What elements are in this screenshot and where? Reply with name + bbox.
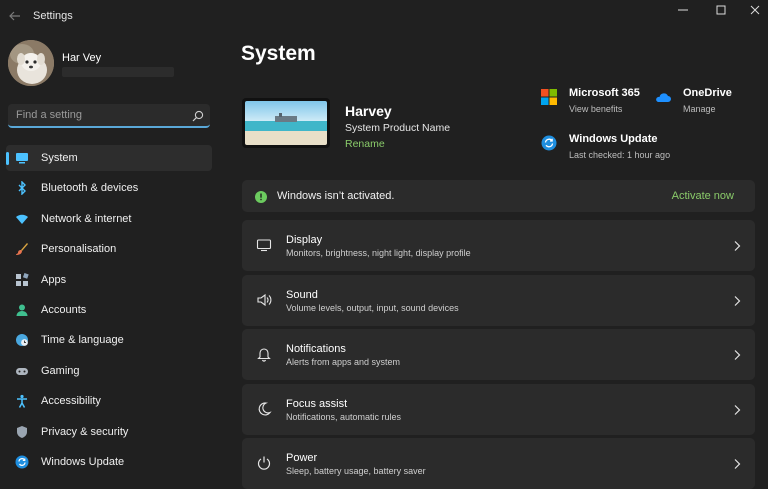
sidebar-item-bluetooth[interactable]: Bluetooth & devices [6, 175, 212, 201]
setting-subtitle: Notifications, automatic rules [286, 412, 402, 422]
setting-subtitle: Monitors, brightness, night light, displ… [286, 248, 471, 258]
sync-icon [15, 455, 29, 469]
onedrive-cloud-icon [655, 89, 671, 105]
title-bar: Settings [0, 0, 768, 32]
setting-title: Power [286, 452, 318, 464]
display-icon [256, 237, 272, 253]
quick-link-title: Windows Update [569, 133, 658, 145]
sidebar-item-time-language[interactable]: Time & language [6, 327, 212, 353]
sidebar-item-label: Privacy & security [41, 425, 129, 438]
chevron-right-icon [733, 348, 741, 360]
bluetooth-icon [15, 180, 29, 197]
setting-subtitle: Volume levels, output, input, sound devi… [286, 303, 459, 313]
apps-icon [15, 272, 29, 287]
sidebar-item-system[interactable]: System [6, 145, 212, 171]
setting-notifications[interactable]: Notifications Alerts from apps and syste… [242, 329, 755, 380]
monitor-icon [15, 151, 29, 165]
sidebar-item-label: Network & internet [41, 212, 132, 225]
search-box[interactable] [8, 104, 210, 128]
sidebar-item-network[interactable]: Network & internet [6, 206, 212, 232]
sidebar-item-label: Apps [41, 273, 67, 286]
search-icon[interactable] [192, 109, 204, 122]
sidebar-nav: System Bluetooth & devices Network & int… [6, 145, 212, 479]
active-indicator [6, 152, 9, 165]
wifi-icon [15, 212, 29, 226]
back-arrow-icon[interactable] [8, 9, 22, 23]
moon-icon [256, 401, 272, 417]
setting-power[interactable]: Power Sleep, battery usage, battery save… [242, 438, 755, 489]
shield-icon [15, 425, 29, 439]
sidebar-item-accessibility[interactable]: Accessibility [6, 388, 212, 414]
sidebar-item-personalisation[interactable]: Personalisation [6, 236, 212, 262]
maximize-icon[interactable] [704, 0, 738, 20]
sidebar-item-label: Accessibility [41, 395, 101, 408]
wallpaper-image [245, 101, 327, 145]
warning-info-icon [255, 190, 267, 203]
sidebar-item-windows-update[interactable]: Windows Update [6, 449, 212, 475]
microsoft-logo-icon [541, 89, 557, 105]
user-email-redacted [62, 67, 174, 77]
quick-link-subtitle: Last checked: 1 hour ago [569, 150, 671, 160]
activate-now-button[interactable]: Activate now [672, 190, 734, 202]
page-title: System [241, 42, 316, 65]
user-name: Har Vey [62, 52, 102, 64]
rename-link[interactable]: Rename [345, 138, 385, 150]
bell-icon [256, 346, 272, 362]
setting-display[interactable]: Display Monitors, brightness, night ligh… [242, 220, 755, 271]
sidebar-item-label: Bluetooth & devices [41, 182, 139, 195]
setting-title: Focus assist [286, 398, 348, 410]
sidebar-item-privacy-security[interactable]: Privacy & security [6, 419, 212, 445]
chevron-right-icon [733, 403, 741, 415]
quick-link-subtitle: View benefits [569, 104, 623, 114]
speaker-icon [256, 292, 272, 308]
sidebar-item-label: Windows Update [41, 455, 125, 468]
search-input[interactable] [8, 104, 188, 126]
setting-title: Sound [286, 289, 318, 301]
setting-focus-assist[interactable]: Focus assist Notifications, automatic ru… [242, 384, 755, 435]
person-icon [15, 303, 29, 317]
sidebar-item-label: Personalisation [41, 243, 117, 256]
globe-clock-icon [15, 333, 29, 347]
sidebar-item-apps[interactable]: Apps [6, 267, 212, 293]
sidebar-item-label: System [41, 152, 78, 164]
sidebar-item-label: Time & language [41, 334, 124, 347]
chevron-right-icon [733, 239, 741, 251]
minimize-icon[interactable] [666, 0, 700, 20]
quick-link-subtitle: Manage [683, 104, 716, 114]
close-icon[interactable] [738, 0, 768, 20]
chevron-right-icon [733, 294, 741, 306]
sidebar-item-label: Accounts [41, 303, 87, 316]
gamepad-icon [15, 364, 29, 378]
windows-update-icon [541, 135, 557, 151]
setting-title: Display [286, 234, 323, 246]
brush-icon [15, 242, 29, 256]
sidebar-item-gaming[interactable]: Gaming [6, 358, 212, 384]
quick-link-title: OneDrive [683, 87, 732, 99]
device-name: Harvey [345, 103, 392, 119]
power-icon [256, 455, 272, 471]
device-thumbnail [242, 98, 330, 148]
avatar [8, 40, 54, 86]
sidebar-item-label: Gaming [41, 364, 80, 377]
activation-banner: Windows isn’t activated. Activate now [242, 180, 755, 212]
app-title: Settings [33, 10, 73, 22]
quick-link-title: Microsoft 365 [569, 87, 640, 99]
setting-sound[interactable]: Sound Volume levels, output, input, soun… [242, 275, 755, 326]
setting-subtitle: Sleep, battery usage, battery saver [286, 466, 426, 476]
accessibility-icon [15, 394, 29, 408]
device-model: System Product Name [345, 122, 451, 134]
setting-subtitle: Alerts from apps and system [286, 357, 401, 367]
chevron-right-icon [733, 457, 741, 469]
sidebar-item-accounts[interactable]: Accounts [6, 297, 212, 323]
activation-message: Windows isn’t activated. [277, 190, 395, 202]
setting-title: Notifications [286, 343, 346, 355]
